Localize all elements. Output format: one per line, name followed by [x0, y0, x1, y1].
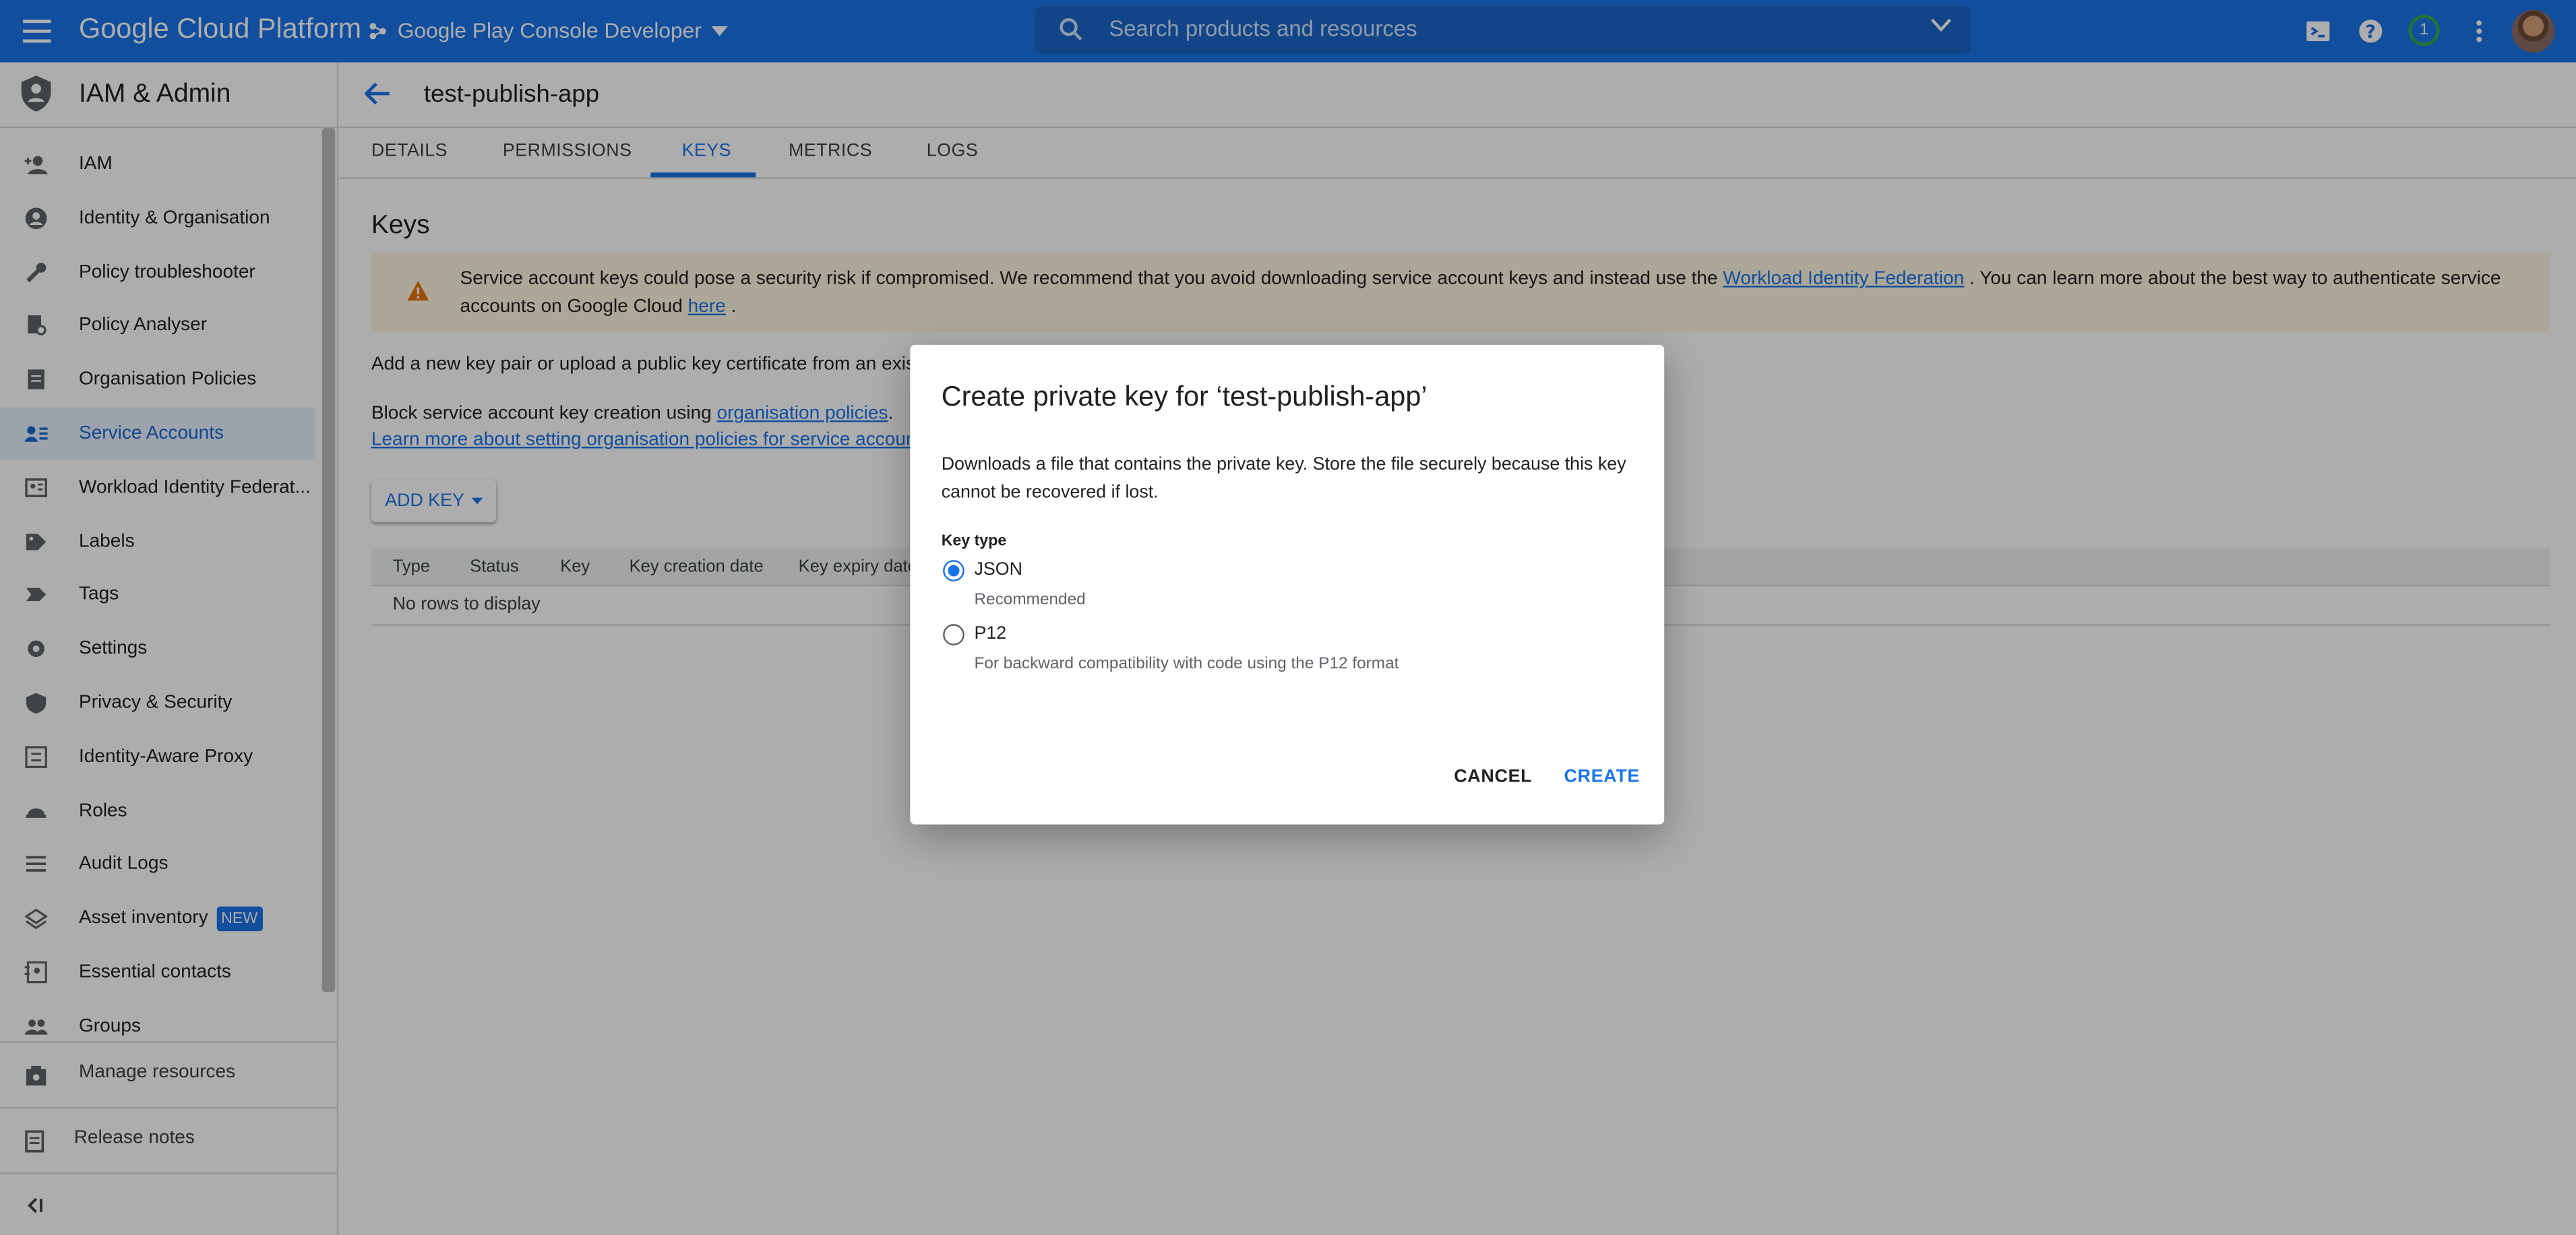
p12-radio[interactable] — [943, 624, 964, 645]
p12-option-description: For backward compatibility with code usi… — [974, 655, 1399, 674]
dialog-description: Downloads a file that contains the priva… — [941, 455, 1626, 503]
dialog-title: Create private key for ‘test-publish-app… — [941, 381, 1428, 412]
json-radio[interactable] — [943, 560, 964, 581]
p12-option-label[interactable]: P12 — [974, 624, 1006, 643]
key-type-label: Key type — [941, 532, 1007, 550]
cancel-button[interactable]: CANCEL — [1454, 767, 1532, 786]
json-option-description: Recommended — [974, 591, 1086, 610]
create-button[interactable]: CREATE — [1564, 767, 1640, 786]
create-key-dialog: Create private key for ‘test-publish-app… — [910, 344, 1665, 825]
json-option-label[interactable]: JSON — [974, 560, 1022, 579]
